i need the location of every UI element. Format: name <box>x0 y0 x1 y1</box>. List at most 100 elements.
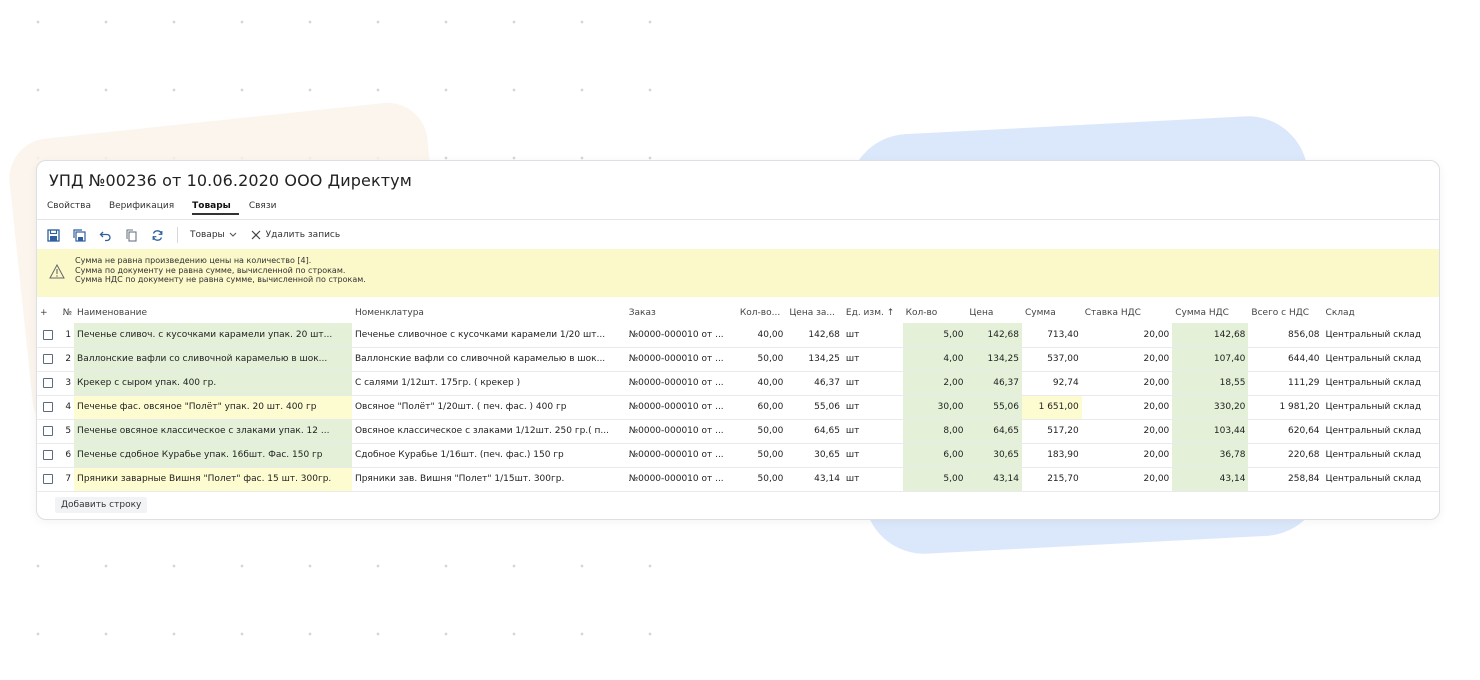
cell-qty-order[interactable]: 50,00 <box>736 467 787 492</box>
cell-qty[interactable]: 8,00 <box>902 419 967 444</box>
cell-sum[interactable]: 92,74 <box>1022 371 1082 396</box>
cell-name[interactable]: Печенье сдобное Курабье упак. 16бшт. Фас… <box>74 443 352 468</box>
save-all-icon[interactable] <box>71 227 87 243</box>
cell-unit[interactable]: шт <box>842 371 903 396</box>
column-header-price-order[interactable]: Цена за... <box>786 303 843 323</box>
column-header-vat-sum[interactable]: Сумма НДС <box>1172 303 1248 323</box>
cell-vat-sum[interactable]: 103,44 <box>1172 419 1249 444</box>
cell-qty[interactable]: 6,00 <box>902 443 967 468</box>
goods-menu-button[interactable]: Товары <box>190 230 237 240</box>
cell-qty-order[interactable]: 50,00 <box>736 443 787 468</box>
cell-price-order[interactable]: 134,25 <box>786 347 843 372</box>
cell-price[interactable]: 55,06 <box>966 395 1022 420</box>
undo-icon[interactable] <box>97 227 113 243</box>
cell-price-order[interactable]: 30,65 <box>786 443 843 468</box>
table-row[interactable]: 4 Печенье фас. овсяное "Полёт" упак. 20 ш… <box>37 395 1439 420</box>
cell-total[interactable]: 856,08 <box>1248 323 1323 348</box>
cell-vat-rate[interactable]: 20,00 <box>1081 419 1173 444</box>
tab-properties[interactable]: Свойства <box>47 201 99 215</box>
cell-qty-order[interactable]: 50,00 <box>736 419 787 444</box>
cell-qty[interactable]: 30,00 <box>902 395 967 420</box>
cell-name[interactable]: Пряники заварные Вишня "Полет" фас. 15 ш… <box>74 467 352 492</box>
cell-warehouse[interactable]: Центральный склад <box>1322 467 1439 492</box>
cell-unit[interactable]: шт <box>842 467 903 492</box>
cell-sum[interactable]: 215,70 <box>1022 467 1082 492</box>
cell-name[interactable]: Крекер с сыром упак. 400 гр. <box>74 371 352 396</box>
row-checkbox[interactable] <box>43 353 54 364</box>
cell-vat-sum[interactable]: 330,20 <box>1172 395 1249 420</box>
cell-price[interactable]: 142,68 <box>966 323 1022 348</box>
cell-qty[interactable]: 2,00 <box>902 371 967 396</box>
cell-vat-rate[interactable]: 20,00 <box>1081 371 1173 396</box>
cell-order[interactable]: №0000-000010 от ... <box>625 395 737 420</box>
cell-vat-rate[interactable]: 20,00 <box>1081 347 1173 372</box>
column-header-vat-rate[interactable]: Ставка НДС <box>1082 303 1173 323</box>
column-header-order[interactable]: Заказ <box>626 303 737 323</box>
cell-name[interactable]: Валлонские вафли со сливочной карамелью … <box>74 347 352 372</box>
table-row[interactable]: 1 Печенье сливоч. с кусочками карамели уп… <box>37 323 1439 348</box>
cell-vat-sum[interactable]: 36,78 <box>1172 443 1249 468</box>
cell-price-order[interactable]: 64,65 <box>786 419 843 444</box>
cell-qty-order[interactable]: 40,00 <box>736 371 787 396</box>
cell-warehouse[interactable]: Центральный склад <box>1322 347 1439 372</box>
cell-total[interactable]: 111,29 <box>1248 371 1323 396</box>
column-header-total[interactable]: Всего с НДС <box>1248 303 1322 323</box>
cell-total[interactable]: 258,84 <box>1248 467 1323 492</box>
table-row[interactable]: 2 Валлонские вафли со сливочной карамелью… <box>37 347 1439 372</box>
cell-price[interactable]: 134,25 <box>966 347 1022 372</box>
cell-qty-order[interactable]: 50,00 <box>736 347 787 372</box>
cell-price-order[interactable]: 55,06 <box>786 395 843 420</box>
row-checkbox[interactable] <box>43 425 54 436</box>
cell-sum[interactable]: 1 651,00 <box>1022 395 1082 420</box>
cell-qty-order[interactable]: 40,00 <box>736 323 787 348</box>
cell-nomenclature[interactable]: Овсяное "Полёт" 1/20шт. ( печ. фас. ) 40… <box>351 395 626 420</box>
cell-vat-rate[interactable]: 20,00 <box>1081 443 1173 468</box>
save-icon[interactable] <box>45 227 61 243</box>
cell-order[interactable]: №0000-000010 от ... <box>625 347 737 372</box>
copy-icon[interactable] <box>123 227 139 243</box>
cell-nomenclature[interactable]: Сдобное Курабье 1/16шт. (печ. фас.) 150 … <box>351 443 626 468</box>
cell-price-order[interactable]: 142,68 <box>786 323 843 348</box>
cell-price[interactable]: 46,37 <box>966 371 1022 396</box>
row-checkbox[interactable] <box>43 401 54 412</box>
add-row-button[interactable]: Добавить строку <box>55 497 148 513</box>
cell-warehouse[interactable]: Центральный склад <box>1322 395 1439 420</box>
cell-nomenclature[interactable]: Овсяное классическое с злаками 1/12шт. 2… <box>351 419 626 444</box>
cell-total[interactable]: 1 981,20 <box>1248 395 1323 420</box>
cell-order[interactable]: №0000-000010 от ... <box>625 443 737 468</box>
cell-price[interactable]: 30,65 <box>966 443 1022 468</box>
cell-nomenclature[interactable]: Печенье сливочное с кусочками карамели 1… <box>351 323 626 348</box>
cell-warehouse[interactable]: Центральный склад <box>1322 371 1439 396</box>
tab-links[interactable]: Связи <box>249 201 285 215</box>
cell-price-order[interactable]: 46,37 <box>786 371 843 396</box>
cell-warehouse[interactable]: Центральный склад <box>1322 323 1439 348</box>
row-checkbox[interactable] <box>43 449 54 460</box>
cell-vat-sum[interactable]: 43,14 <box>1172 467 1249 492</box>
cell-vat-rate[interactable]: 20,00 <box>1081 467 1173 492</box>
row-checkbox[interactable] <box>43 473 54 484</box>
cell-sum[interactable]: 183,90 <box>1022 443 1082 468</box>
cell-warehouse[interactable]: Центральный склад <box>1322 443 1439 468</box>
cell-nomenclature[interactable]: Валлонские вафли со сливочной карамелью … <box>351 347 626 372</box>
cell-total[interactable]: 220,68 <box>1248 443 1323 468</box>
column-header-no[interactable]: № <box>60 303 74 323</box>
cell-order[interactable]: №0000-000010 от ... <box>625 467 737 492</box>
column-header-sum[interactable]: Сумма <box>1022 303 1082 323</box>
cell-vat-sum[interactable]: 18,55 <box>1172 371 1249 396</box>
column-header-name[interactable]: Наименование <box>74 303 352 323</box>
cell-unit[interactable]: шт <box>842 443 903 468</box>
cell-qty[interactable]: 5,00 <box>902 323 967 348</box>
column-header-warehouse[interactable]: Склад <box>1323 303 1439 323</box>
cell-nomenclature[interactable]: С салями 1/12шт. 175гр. ( крекер ) <box>351 371 626 396</box>
cell-qty[interactable]: 4,00 <box>902 347 967 372</box>
cell-qty-order[interactable]: 60,00 <box>736 395 787 420</box>
column-header-unit[interactable]: Ед. изм. ↑ <box>843 303 903 323</box>
cell-nomenclature[interactable]: Пряники зав. Вишня "Полет" 1/15шт. 300гр… <box>351 467 626 492</box>
cell-warehouse[interactable]: Центральный склад <box>1322 419 1439 444</box>
table-row[interactable]: 5 Печенье овсяное классическое с злаками … <box>37 419 1439 444</box>
cell-vat-sum[interactable]: 142,68 <box>1172 323 1249 348</box>
refresh-icon[interactable] <box>149 227 165 243</box>
column-header-nomenclature[interactable]: Номенклатура <box>352 303 626 323</box>
cell-total[interactable]: 644,40 <box>1248 347 1323 372</box>
cell-order[interactable]: №0000-000010 от ... <box>625 371 737 396</box>
